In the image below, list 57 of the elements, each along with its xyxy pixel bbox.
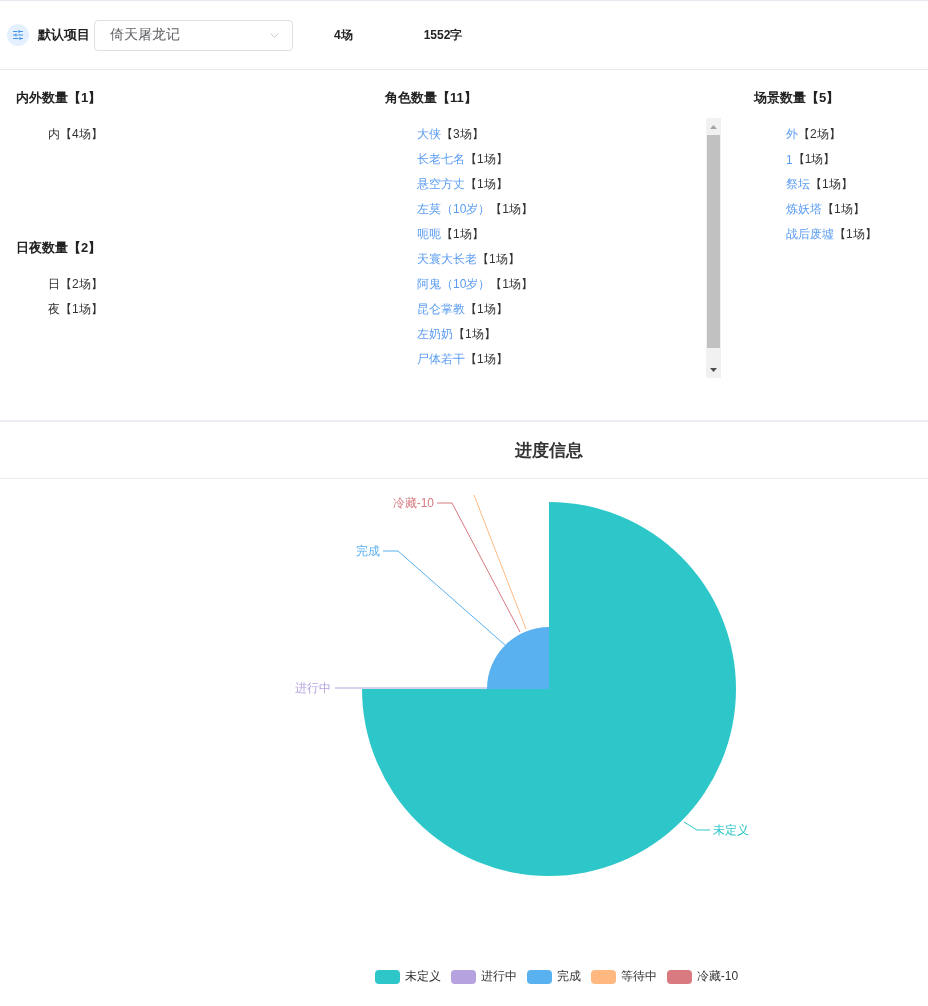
scene-count: 【2场】 — [798, 126, 841, 143]
scene-count: 【1场】 — [465, 351, 508, 368]
item-link[interactable]: 左莫（10岁） — [417, 201, 491, 218]
legend-item[interactable]: 冷藏-10 — [666, 968, 739, 985]
scene-count: 【1场】 — [490, 276, 534, 293]
slice-label: 进行中 — [295, 681, 331, 695]
scene-count: 【1场】 — [477, 251, 520, 268]
item-link[interactable]: 呃呃 — [417, 226, 441, 243]
item-link[interactable]: 天寰大长老 — [417, 251, 477, 268]
sliders-icon — [7, 24, 29, 46]
item-link[interactable]: 炼妖塔 — [786, 201, 822, 218]
item-link[interactable]: 1 — [786, 152, 793, 167]
project-select[interactable]: 倚天屠龙记 — [94, 19, 293, 51]
scene-count: 【1场】 — [834, 226, 877, 243]
leader-line — [683, 821, 711, 831]
item-link[interactable]: 祭坛 — [786, 176, 810, 193]
scene-count: 【1场】 — [490, 201, 534, 218]
item-link[interactable]: 长老七名 — [417, 151, 465, 168]
stat-item: 日【2场】 — [48, 276, 103, 293]
slice-label: 未定义 — [713, 823, 749, 837]
stat-item: 夜【1场】 — [48, 301, 103, 318]
scrollbar[interactable] — [706, 118, 721, 378]
up-triangle-icon — [710, 124, 717, 129]
legend-item[interactable]: 进行中 — [450, 968, 517, 985]
scene-count: 【1场】 — [822, 201, 865, 218]
scene-total: 4场 — [334, 26, 353, 44]
group-title: 日夜数量【2】 — [16, 240, 102, 256]
item-link[interactable]: 外 — [786, 126, 798, 143]
project-label: 默认项目 — [38, 26, 90, 44]
scene-count: 【3场】 — [441, 126, 484, 143]
item-link[interactable]: 战后废墟 — [786, 226, 834, 243]
group-title: 内外数量【1】 — [16, 90, 102, 106]
scrollbar-thumb[interactable] — [707, 135, 720, 348]
scene-count: 【1场】 — [810, 176, 853, 193]
section-title: 进度信息 — [515, 439, 583, 462]
item-link[interactable]: 尸体若干 — [417, 351, 465, 368]
stat-item: 内【4场】 — [48, 126, 103, 143]
slice-label: 冷藏-10 — [392, 496, 434, 510]
legend-item[interactable]: 完成 — [526, 968, 581, 985]
scene-count: 【1场】 — [792, 151, 836, 168]
item-link[interactable]: 大侠 — [417, 126, 441, 143]
legend-item[interactable]: 未定义 — [374, 968, 441, 985]
scene-count: 【1场】 — [453, 326, 496, 343]
group-title: 角色数量【11】 — [385, 90, 477, 106]
item-link[interactable]: 阿鬼（10岁） — [417, 276, 491, 293]
word-total: 1552字 — [423, 26, 463, 44]
legend-item[interactable]: 等待中 — [590, 968, 657, 985]
scene-count: 【1场】 — [465, 151, 508, 168]
item-link[interactable]: 左奶奶 — [417, 326, 453, 343]
scene-count: 【1场】 — [465, 301, 508, 318]
down-triangle-icon — [710, 367, 717, 372]
scene-count: 【1场】 — [441, 226, 484, 243]
scene-count: 【1场】 — [465, 176, 508, 193]
item-link[interactable]: 悬空方丈 — [417, 176, 465, 193]
slice-label: 完成 — [356, 544, 380, 558]
group-title: 场景数量【5】 — [754, 90, 840, 106]
item-link[interactable]: 昆仑掌教 — [417, 301, 465, 318]
